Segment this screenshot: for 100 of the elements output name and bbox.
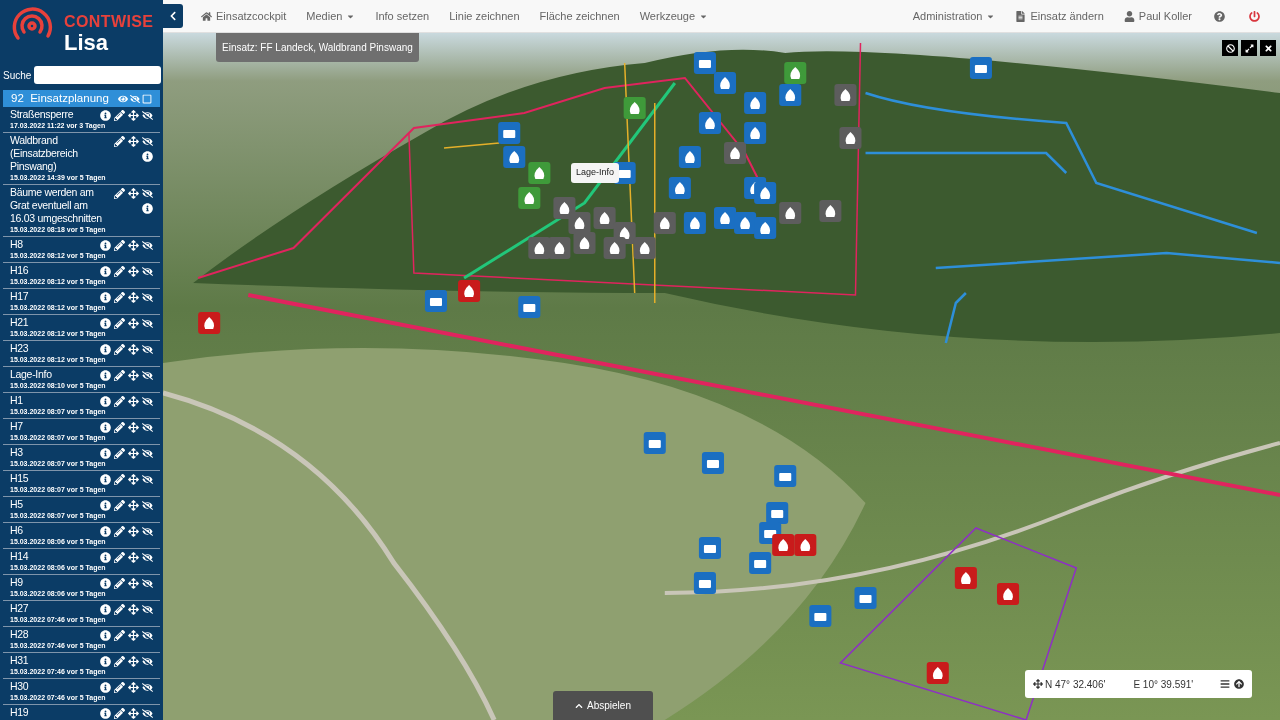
- info-icon[interactable]: [100, 422, 111, 434]
- info-icon[interactable]: [100, 526, 111, 538]
- info-icon[interactable]: [100, 344, 111, 356]
- nav-link[interactable]: Werkzeuge: [629, 7, 719, 25]
- move-icon[interactable]: [128, 448, 139, 460]
- edit-icon[interactable]: [114, 630, 125, 642]
- hide-icon[interactable]: [142, 422, 153, 434]
- fire-marker-icon[interactable]: [603, 237, 626, 259]
- list-icon[interactable]: [1220, 679, 1230, 689]
- fire-marker-icon[interactable]: [458, 280, 481, 302]
- fire-marker-icon[interactable]: [744, 122, 767, 144]
- fire-marker-icon[interactable]: [553, 197, 576, 219]
- hide-icon[interactable]: [142, 552, 153, 564]
- fire-marker-icon[interactable]: [653, 212, 676, 234]
- disable-button[interactable]: [1222, 40, 1238, 56]
- move-icon[interactable]: [128, 708, 139, 720]
- fire-marker-icon[interactable]: [198, 312, 221, 334]
- fire-marker-icon[interactable]: [734, 212, 757, 234]
- move-icon[interactable]: [128, 318, 139, 330]
- expand-button[interactable]: [1241, 40, 1257, 56]
- edit-icon[interactable]: [114, 578, 125, 590]
- hide-icon[interactable]: [142, 708, 153, 720]
- hide-icon[interactable]: [142, 240, 153, 252]
- hide-icon[interactable]: [142, 500, 153, 512]
- edit-icon[interactable]: [114, 474, 125, 486]
- fire-marker-icon[interactable]: [834, 84, 857, 106]
- move-icon[interactable]: [128, 578, 139, 590]
- move-icon[interactable]: [128, 188, 139, 200]
- hide-icon[interactable]: [142, 682, 153, 694]
- hide-icon[interactable]: [142, 110, 153, 122]
- edit-icon[interactable]: [114, 526, 125, 538]
- fire-marker-icon[interactable]: [683, 212, 706, 234]
- edit-icon[interactable]: [114, 552, 125, 564]
- edit-icon[interactable]: [114, 422, 125, 434]
- info-icon[interactable]: [100, 448, 111, 460]
- hide-icon[interactable]: [142, 188, 153, 200]
- move-icon[interactable]: [128, 656, 139, 668]
- fire-marker-icon[interactable]: [503, 146, 526, 168]
- info-icon[interactable]: [100, 578, 111, 590]
- edit-icon[interactable]: [114, 708, 125, 720]
- route-line[interactable]: [463, 82, 677, 280]
- fire-marker-icon[interactable]: [713, 72, 737, 94]
- fire-marker-icon[interactable]: [779, 202, 802, 224]
- move-icon[interactable]: [128, 240, 139, 252]
- info-icon[interactable]: [100, 630, 111, 642]
- fire-marker-icon[interactable]: [997, 583, 1020, 605]
- hide-icon[interactable]: [142, 526, 153, 538]
- move-icon[interactable]: [128, 292, 139, 304]
- path-line[interactable]: [443, 62, 656, 304]
- nav-link[interactable]: Info setzen: [365, 7, 440, 25]
- hide-icon[interactable]: [142, 396, 153, 408]
- nav-link[interactable]: Administration: [902, 7, 1006, 25]
- collapse-button[interactable]: [163, 4, 183, 28]
- hide-icon[interactable]: [142, 656, 153, 668]
- fire-marker-icon[interactable]: [518, 187, 541, 209]
- fire-marker-icon[interactable]: [528, 237, 551, 259]
- fire-marker-icon[interactable]: [819, 200, 842, 222]
- fire-marker-icon[interactable]: [794, 534, 817, 556]
- info-icon[interactable]: [142, 203, 153, 215]
- move-icon[interactable]: [128, 422, 139, 434]
- fire-marker-icon[interactable]: [772, 534, 795, 556]
- move-icon[interactable]: [128, 630, 139, 642]
- nav-link[interactable]: Medien: [296, 7, 366, 25]
- info-icon[interactable]: [100, 292, 111, 304]
- edit-icon[interactable]: [114, 604, 125, 616]
- move-icon[interactable]: [128, 552, 139, 564]
- fire-marker-icon[interactable]: [568, 212, 591, 234]
- nav-link[interactable]: Linie zeichnen: [439, 7, 530, 25]
- hide-icon[interactable]: [142, 448, 153, 460]
- info-icon[interactable]: [100, 240, 111, 252]
- fire-marker-icon[interactable]: [784, 62, 807, 84]
- info-icon[interactable]: [142, 151, 153, 163]
- move-icon[interactable]: [128, 266, 139, 278]
- edit-icon[interactable]: [114, 266, 125, 278]
- edit-icon[interactable]: [114, 396, 125, 408]
- move-icon[interactable]: [128, 604, 139, 616]
- nav-link[interactable]: Einsatz ändern: [1005, 7, 1114, 25]
- fire-marker-icon[interactable]: [926, 662, 949, 684]
- hide-icon[interactable]: [142, 604, 153, 616]
- move-icon[interactable]: [128, 500, 139, 512]
- edit-icon[interactable]: [114, 136, 125, 148]
- edit-icon[interactable]: [114, 188, 125, 200]
- arrow-up-icon[interactable]: [1234, 679, 1244, 689]
- info-icon[interactable]: [100, 318, 111, 330]
- edit-icon[interactable]: [114, 292, 125, 304]
- power-icon[interactable]: [1249, 10, 1260, 22]
- fire-marker-icon[interactable]: [633, 237, 656, 259]
- edit-icon[interactable]: [114, 500, 125, 512]
- hide-icon[interactable]: [142, 318, 153, 330]
- nav-link[interactable]: Fläche zeichnen: [529, 7, 630, 25]
- info-icon[interactable]: [100, 396, 111, 408]
- hide-icon[interactable]: [142, 474, 153, 486]
- play-button[interactable]: Abspielen: [553, 691, 653, 720]
- hide-icon[interactable]: [142, 266, 153, 278]
- move-icon[interactable]: [128, 396, 139, 408]
- info-icon[interactable]: [100, 474, 111, 486]
- move-icon[interactable]: [128, 370, 139, 382]
- fire-marker-icon[interactable]: [954, 567, 977, 589]
- hide-icon[interactable]: [142, 630, 153, 642]
- edit-icon[interactable]: [114, 656, 125, 668]
